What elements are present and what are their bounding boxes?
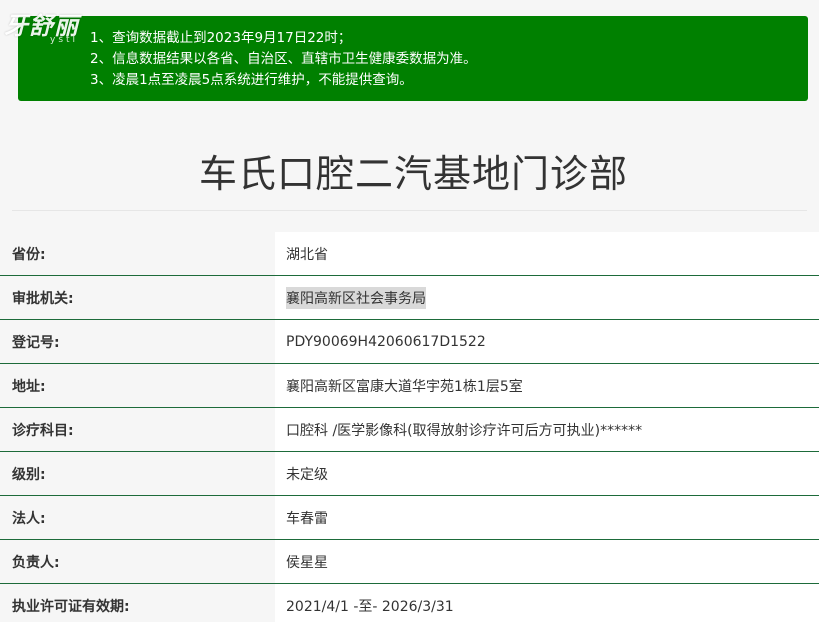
row-person-in-charge: 负责人: 侯星星 (0, 540, 819, 584)
treatment-subjects-value: 口腔科 /医学影像科(取得放射诊疗许可后方可执业)****** (275, 408, 819, 451)
row-treatment-subjects: 诊疗科目: 口腔科 /医学影像科(取得放射诊疗许可后方可执业)****** (0, 408, 819, 452)
person-in-charge-value: 侯星星 (275, 540, 819, 583)
clinic-info-table: 省份: 湖北省 审批机关: 襄阳高新区社会事务局 登记号: PDY90069H4… (0, 232, 819, 622)
notice-line-1: 1、查询数据截止到2023年9月17日22时； (90, 30, 352, 46)
province-label: 省份: (0, 232, 275, 275)
logo-subtext: ystl (50, 35, 79, 45)
notice-line-2: 2、信息数据结果以各省、自治区、直辖市卫生健康委数据为准。 (90, 51, 477, 67)
row-registration-number: 登记号: PDY90069H42060617D1522 (0, 320, 819, 364)
address-value: 襄阳高新区富康大道华宇苑1栋1层5室 (275, 364, 819, 407)
watermark-logo: 牙舒丽 ystl (4, 2, 134, 50)
license-validity-label: 执业许可证有效期: (0, 584, 275, 622)
notice-line-3: 3、凌晨1点至凌晨5点系统进行维护，不能提供查询。 (90, 72, 413, 88)
address-label: 地址: (0, 364, 275, 407)
row-approval-authority: 审批机关: 襄阳高新区社会事务局 (0, 276, 819, 320)
row-address: 地址: 襄阳高新区富康大道华宇苑1栋1层5室 (0, 364, 819, 408)
level-label: 级别: (0, 452, 275, 495)
province-value: 湖北省 (275, 232, 819, 275)
legal-person-label: 法人: (0, 496, 275, 539)
row-license-validity: 执业许可证有效期: 2021/4/1 -至- 2026/3/31 (0, 584, 819, 622)
row-level: 级别: 未定级 (0, 452, 819, 496)
page-title: 车氏口腔二汽基地门诊部 (198, 152, 628, 196)
notice-banner: 1、查询数据截止到2023年9月17日22时； 2、信息数据结果以各省、自治区、… (18, 16, 808, 101)
level-value: 未定级 (275, 452, 819, 495)
registration-number-value: PDY90069H42060617D1522 (275, 320, 819, 363)
registration-number-label: 登记号: (0, 320, 275, 363)
approval-authority-value-cell: 襄阳高新区社会事务局 (275, 276, 819, 319)
license-validity-value: 2021/4/1 -至- 2026/3/31 (275, 584, 819, 622)
title-divider (12, 210, 807, 211)
treatment-subjects-label: 诊疗科目: (0, 408, 275, 451)
row-legal-person: 法人: 车春雷 (0, 496, 819, 540)
person-in-charge-label: 负责人: (0, 540, 275, 583)
approval-authority-value: 襄阳高新区社会事务局 (286, 286, 426, 309)
approval-authority-label: 审批机关: (0, 276, 275, 319)
row-province: 省份: 湖北省 (0, 232, 819, 276)
legal-person-value: 车春雷 (275, 496, 819, 539)
